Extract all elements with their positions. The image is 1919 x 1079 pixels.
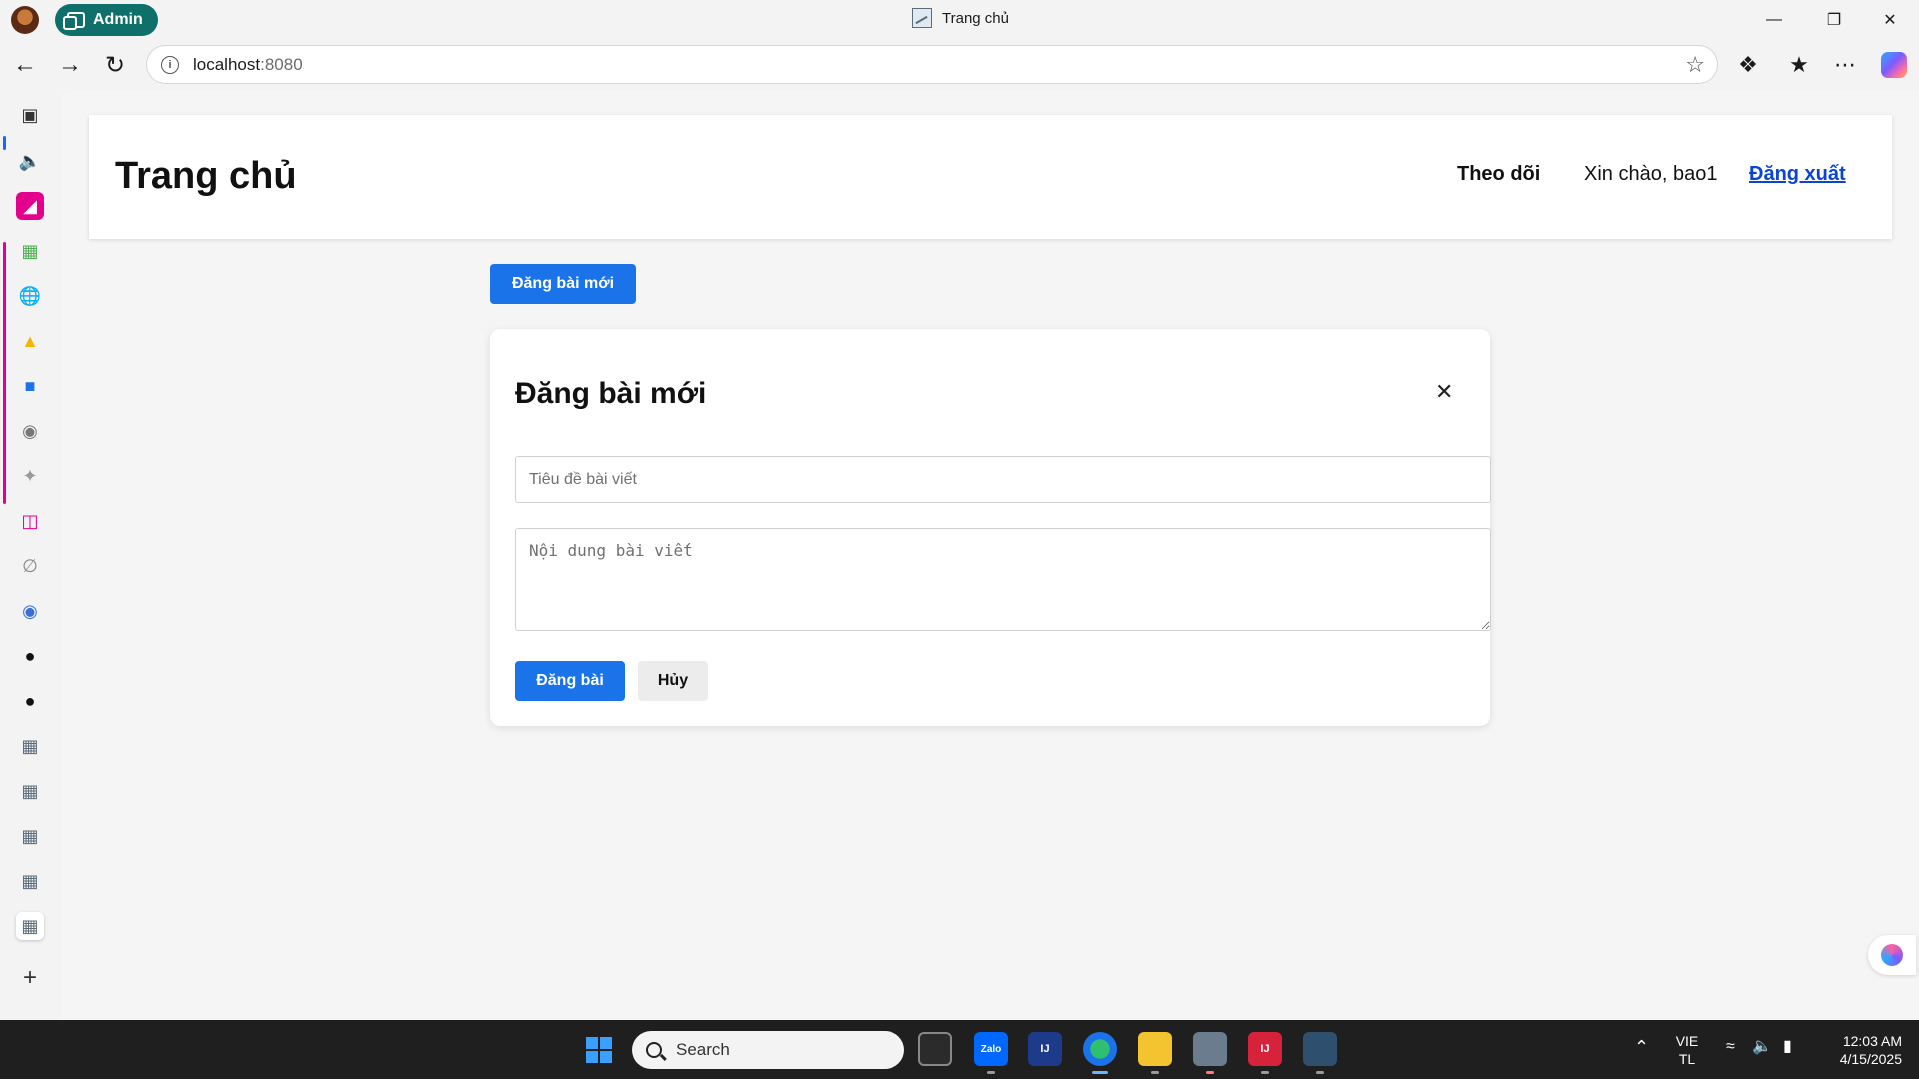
page-tab-icon[interactable]: ▦ [16, 732, 44, 760]
battery-icon[interactable]: ▮ [1783, 1038, 1792, 1056]
wifi-icon[interactable]: ≈ [1726, 1038, 1735, 1056]
running-indicator [1316, 1071, 1324, 1074]
globe-tab-icon[interactable]: 🌐 [16, 282, 44, 310]
running-indicator [1151, 1071, 1159, 1074]
refresh-button[interactable]: ↻ [95, 45, 135, 85]
keyboard-layout: TL [1678, 1051, 1696, 1067]
page-tab-icon[interactable]: ▦ [16, 822, 44, 850]
address-host: localhost [193, 54, 261, 74]
new-tab-icon[interactable]: + [16, 964, 44, 992]
active-indicator [3, 136, 6, 150]
window-title: Trang chủ [912, 8, 1009, 28]
restore-button[interactable]: ❐ [1806, 0, 1862, 40]
back-button[interactable]: ← [5, 45, 45, 85]
sheets-tab-icon[interactable]: ▦ [16, 237, 44, 265]
tray-overflow-icon[interactable]: ⌃ [1634, 1038, 1649, 1056]
github-tab-icon[interactable]: ● [16, 687, 44, 715]
audio-tab-icon[interactable]: 🔈 [16, 147, 44, 175]
more-menu-button[interactable]: ⋯ [1825, 45, 1865, 85]
page-tab-icon[interactable]: ▦ [16, 777, 44, 805]
file-explorer-icon[interactable] [1138, 1032, 1172, 1066]
workbench-app-icon[interactable] [1303, 1032, 1337, 1066]
profile-avatar[interactable] [11, 6, 39, 34]
site-header: Trang chủ Theo dõi Xin chào, bao1 Đăng x… [89, 115, 1892, 239]
form-title: Đăng bài mới [515, 377, 707, 410]
jetbrains-app-icon[interactable]: IJ [1248, 1032, 1282, 1066]
favorites-button[interactable]: ★ [1779, 45, 1819, 85]
drive-tab-icon[interactable]: ▲ [16, 327, 44, 355]
page-favicon-icon [912, 8, 932, 28]
workspaces-icon [63, 12, 85, 30]
active-indicator [1092, 1071, 1108, 1074]
copilot-icon [1881, 52, 1907, 78]
window-title-text: Trang chủ [942, 9, 1009, 27]
clock-date: 4/15/2025 [1839, 1051, 1902, 1067]
running-indicator [1261, 1071, 1269, 1074]
search-label: Search [676, 1040, 730, 1059]
vertical-tabs-sidebar: ▣ 🔈 ◢ ▦ 🌐 ▲ ■ ◉ ✦ ◫ ∅ ◉ ● ● ▦ ▦ ▦ ▦ ▦ + [0, 90, 62, 1020]
browser-titlebar: Admin Trang chủ — ❐ ✕ [0, 0, 1919, 40]
site-info-icon[interactable]: i [161, 55, 179, 74]
follow-link[interactable]: Theo dõi [1457, 163, 1540, 186]
submit-post-button[interactable]: Đăng bài [515, 661, 625, 701]
page-tab-icon[interactable]: ▦ [16, 867, 44, 895]
favorite-star-icon[interactable]: ☆ [1685, 52, 1705, 78]
taskbar-search[interactable]: Search [632, 1031, 904, 1069]
assistant-floating-button[interactable] [1868, 935, 1916, 975]
tab-actions-icon[interactable]: ▣ [16, 101, 44, 129]
language-code: VIE [1675, 1033, 1699, 1049]
minimize-button[interactable]: — [1746, 0, 1802, 40]
input-language[interactable]: VIE TL [1672, 1032, 1702, 1068]
profile-workspace-button[interactable]: Admin [55, 4, 158, 36]
new-post-form: Đăng bài mới ✕ Đăng bài Hủy [490, 329, 1491, 726]
snipping-app-icon[interactable] [1193, 1032, 1227, 1066]
new-post-button[interactable]: Đăng bài mới [490, 264, 636, 304]
running-indicator [987, 1071, 995, 1074]
settings-tab-icon[interactable]: ◉ [16, 417, 44, 445]
start-icon[interactable] [586, 1037, 612, 1063]
pink-tab-icon[interactable]: ◢ [16, 192, 44, 220]
post-content-textarea[interactable] [515, 528, 1491, 631]
forward-button[interactable]: → [50, 45, 90, 85]
volume-icon[interactable]: 🔈 [1752, 1038, 1772, 1056]
disabled-tab-icon[interactable]: ∅ [16, 552, 44, 580]
extension-tab-icon[interactable]: ✦ [16, 462, 44, 490]
intellij-app-icon[interactable]: IJ [1028, 1032, 1062, 1066]
extensions-button[interactable]: ❖ [1728, 45, 1768, 85]
close-window-button[interactable]: ✕ [1862, 0, 1918, 40]
assistant-icon [1881, 944, 1903, 966]
github-tab-icon[interactable]: ● [16, 642, 44, 670]
stack-tab-icon[interactable]: ◫ [16, 507, 44, 535]
contacts-tab-icon[interactable]: ■ [16, 372, 44, 400]
active-tab-icon[interactable]: ▦ [16, 912, 44, 940]
browser-toolbar: ← → ↻ i localhost:8080 ☆ ❖ ★ ⋯ [0, 40, 1919, 90]
zalo-app-icon[interactable]: Zalo [974, 1032, 1008, 1066]
clock-time: 12:03 AM [1842, 1033, 1902, 1049]
logout-link[interactable]: Đăng xuất [1749, 163, 1846, 186]
cancel-button[interactable]: Hủy [638, 661, 708, 701]
search-icon [646, 1042, 662, 1058]
clock[interactable]: 12:03 AM 4/15/2025 [1818, 1032, 1902, 1068]
address-port: :8080 [260, 54, 303, 74]
user-greeting: Xin chào, bao1 [1584, 163, 1718, 185]
windows-taskbar: Search Zalo IJ IJ ⌃ VIE TL ≈ 🔈 ▮ 12:03 A… [0, 1020, 1919, 1079]
address-bar[interactable]: i localhost:8080 ☆ [146, 45, 1718, 84]
profile-label: Admin [93, 11, 143, 28]
running-indicator [1206, 1071, 1214, 1074]
copilot-button[interactable] [1874, 45, 1914, 85]
edge-app-icon[interactable] [1083, 1032, 1117, 1066]
app-tab-icon[interactable]: ◉ [16, 597, 44, 625]
post-title-input[interactable] [515, 456, 1491, 503]
close-icon[interactable]: ✕ [1435, 379, 1453, 405]
task-view-icon[interactable] [918, 1032, 952, 1066]
page-title: Trang chủ [115, 155, 297, 197]
tab-group-indicator [3, 242, 6, 504]
